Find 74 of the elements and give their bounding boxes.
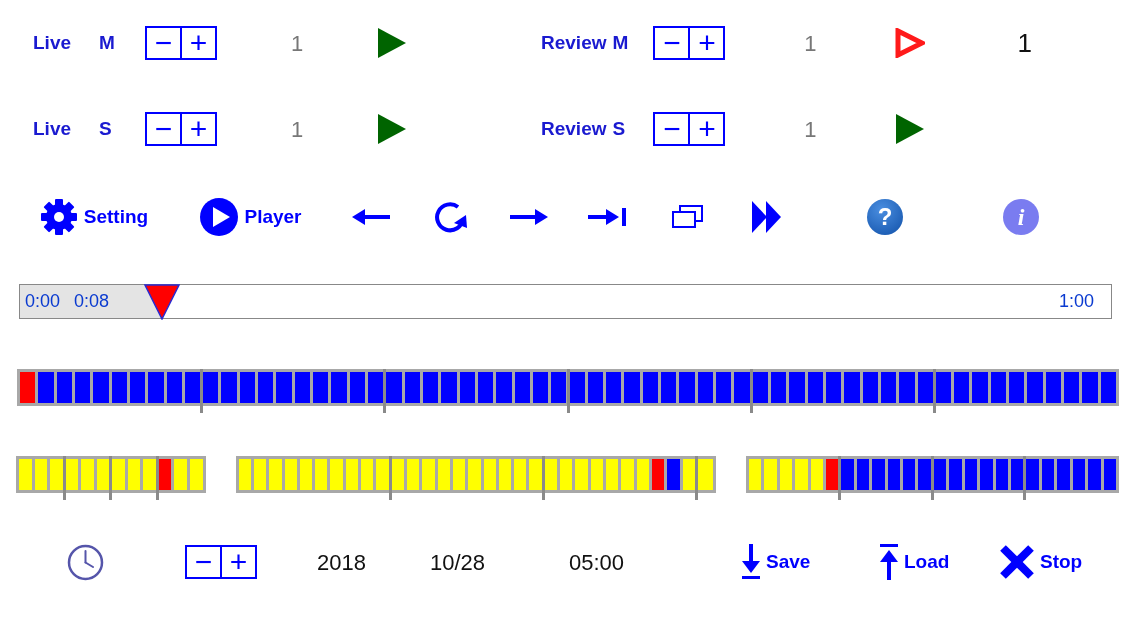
forward-button[interactable] xyxy=(510,207,548,227)
save-button[interactable]: Save xyxy=(742,544,880,580)
count-value: 1 xyxy=(289,115,305,144)
tick-mark xyxy=(62,456,66,500)
plus-button[interactable]: + xyxy=(180,112,217,146)
minus-button[interactable]: − xyxy=(145,112,182,146)
play-button[interactable] xyxy=(895,28,926,58)
windows-button[interactable] xyxy=(671,204,705,230)
count-value: 1 xyxy=(803,29,818,58)
tick-mark xyxy=(1023,456,1027,500)
clock-icon xyxy=(67,543,104,581)
play-button[interactable] xyxy=(377,28,407,58)
fast-forward-icon xyxy=(752,201,782,233)
settings-button[interactable]: Setting xyxy=(39,198,149,236)
windows-icon xyxy=(671,204,705,230)
player-button[interactable]: Player xyxy=(200,198,302,236)
plus-button[interactable]: + xyxy=(688,26,726,60)
channel-label: Review xyxy=(541,116,607,141)
year-value: 2018 xyxy=(317,548,367,577)
tick-mark xyxy=(932,369,936,413)
tick-mark xyxy=(200,369,204,413)
end-time: 1:00 xyxy=(1058,290,1094,313)
position-slider-track[interactable]: 0:00 0:08 1:00 xyxy=(19,284,1112,319)
close-icon xyxy=(1000,545,1034,579)
counter-value: 1 xyxy=(1017,26,1032,60)
minus-button[interactable]: − xyxy=(145,26,182,60)
skip-to-end-icon xyxy=(588,207,626,227)
play-button[interactable] xyxy=(895,114,926,144)
tick-mark xyxy=(566,369,570,413)
minus-button[interactable]: − xyxy=(185,545,222,579)
play-button[interactable] xyxy=(377,114,407,144)
tick-mark xyxy=(749,369,753,413)
date-value: 10/28 xyxy=(430,548,487,577)
play-circle-icon xyxy=(200,198,239,236)
back-button[interactable] xyxy=(352,207,390,227)
tick-mark xyxy=(694,456,698,500)
tick-mark xyxy=(838,456,842,500)
refresh-icon xyxy=(432,199,468,235)
tick-mark xyxy=(541,456,545,500)
channel-letter: M xyxy=(612,30,630,55)
slider-thumb[interactable] xyxy=(143,284,180,320)
gear-icon xyxy=(39,198,78,236)
load-button[interactable]: Load xyxy=(880,544,1000,580)
start-time: 0:00 xyxy=(25,290,61,313)
plus-button[interactable]: + xyxy=(220,545,257,579)
fast-forward-button[interactable] xyxy=(752,201,782,233)
minus-button[interactable]: − xyxy=(653,26,691,60)
tick-mark xyxy=(109,456,113,500)
minus-button[interactable]: − xyxy=(653,112,691,146)
count-value: 1 xyxy=(803,115,818,144)
count-value: 1 xyxy=(289,29,305,58)
download-arrow-icon xyxy=(742,544,760,580)
plus-button[interactable]: + xyxy=(688,112,726,146)
channel-label: Review xyxy=(541,30,607,55)
channel-label: Live xyxy=(33,30,73,55)
tick-mark xyxy=(383,369,387,413)
tick-mark xyxy=(155,456,159,500)
info-button[interactable]: i xyxy=(1003,199,1039,235)
right-arrow-icon xyxy=(510,207,548,227)
time-value: 05:00 xyxy=(569,548,626,577)
tick-mark xyxy=(930,456,934,500)
left-arrow-icon xyxy=(352,207,390,227)
channel-letter: S xyxy=(612,116,627,141)
tick-mark xyxy=(388,456,392,500)
channel-letter: S xyxy=(99,116,113,141)
channel-label: Live xyxy=(33,116,73,141)
help-button[interactable]: ? xyxy=(867,199,903,235)
refresh-button[interactable] xyxy=(432,199,468,235)
skip-button[interactable] xyxy=(588,207,626,227)
channel-letter: M xyxy=(99,30,116,55)
current-time: 0:08 xyxy=(74,290,110,313)
stop-button[interactable]: Stop xyxy=(1000,545,1136,579)
upload-arrow-icon xyxy=(880,544,898,580)
plus-button[interactable]: + xyxy=(180,26,217,60)
